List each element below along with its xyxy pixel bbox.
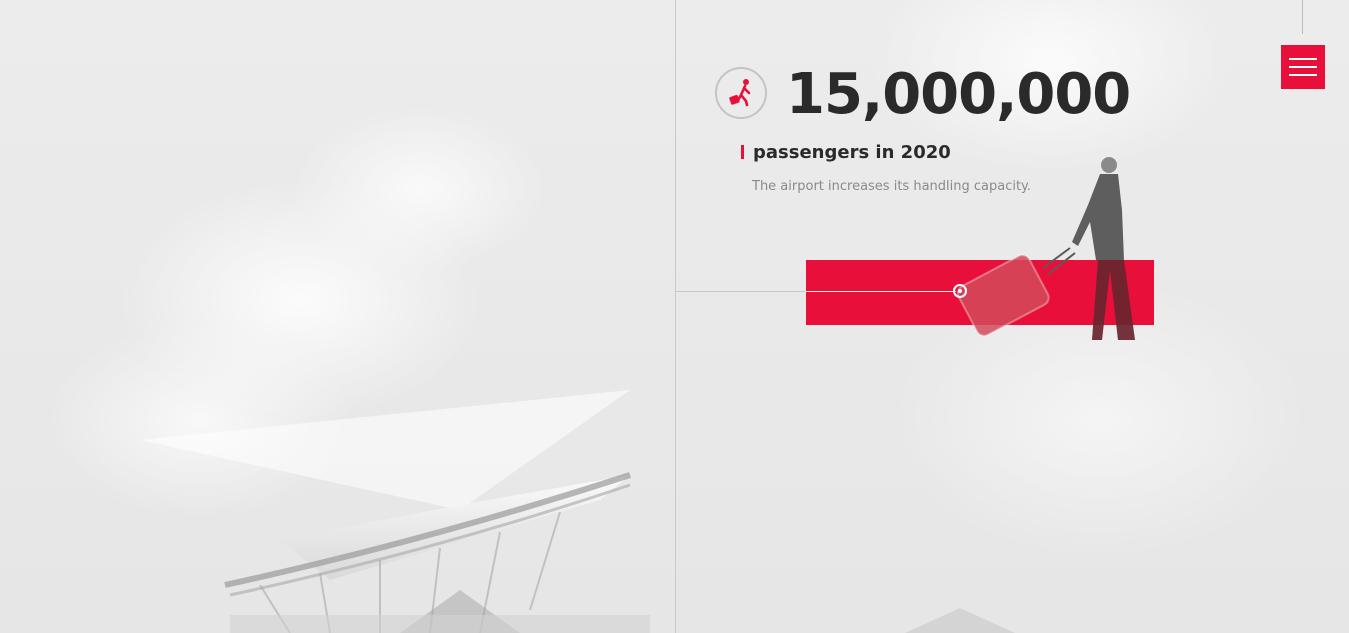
traveler-with-luggage-icon [715,67,767,119]
stat-label: passengers in 2020 [753,142,951,163]
bottom-roof-shape [905,608,1015,633]
stat-value: 15,000,000 [786,62,1131,127]
stat-accent-bar [741,145,744,159]
connector-dot[interactable] [953,284,967,298]
vertical-divider [675,0,676,633]
top-divider-line [1302,0,1303,34]
connector-line-highlight [806,291,954,292]
menu-button[interactable] [1281,45,1325,89]
airport-terminal-illustration [140,390,650,633]
traveler-photo [956,157,1135,340]
